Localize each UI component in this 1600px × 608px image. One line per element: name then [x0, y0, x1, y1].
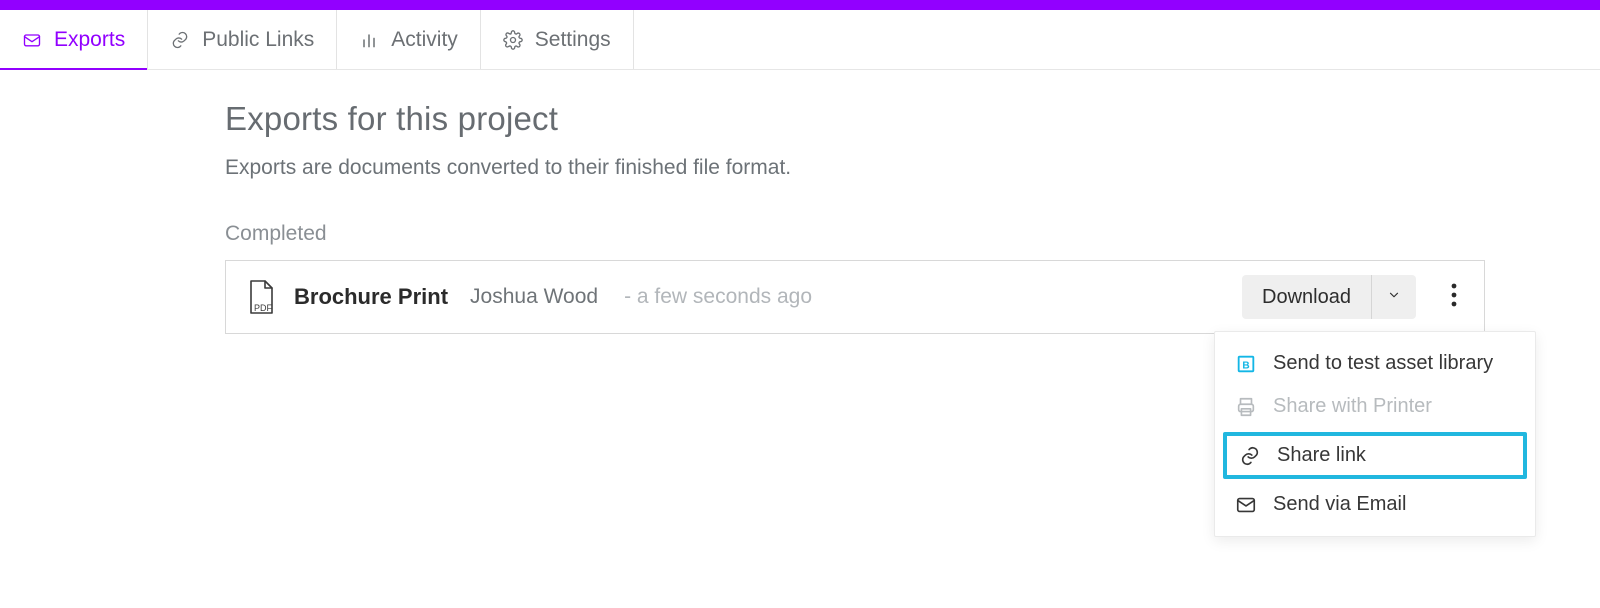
export-row-actions: Download — [1242, 275, 1466, 319]
download-split-button: Download — [1242, 275, 1416, 319]
more-options-button[interactable] — [1442, 277, 1466, 317]
page-title: Exports for this project — [225, 100, 1600, 138]
svg-text:PDF: PDF — [254, 303, 273, 313]
menu-item-send-asset-library[interactable]: B Send to test asset library — [1215, 342, 1535, 385]
more-options-menu: B Send to test asset library Share with … — [1214, 331, 1536, 537]
export-row-info: PDF Brochure Print Joshua Wood - a few s… — [240, 277, 812, 317]
section-completed-label: Completed — [225, 222, 1600, 246]
download-button[interactable]: Download — [1242, 275, 1371, 319]
menu-item-label: Share with Printer — [1273, 395, 1432, 418]
download-button-label: Download — [1262, 286, 1351, 309]
chevron-down-icon — [1387, 288, 1401, 307]
tab-exports[interactable]: Exports — [0, 10, 148, 69]
mail-icon — [22, 30, 42, 50]
export-file-name: Brochure Print — [294, 284, 448, 310]
tab-public-links-label: Public Links — [202, 28, 314, 52]
svg-text:B: B — [1242, 360, 1249, 371]
gear-icon — [503, 30, 523, 50]
menu-item-label: Send via Email — [1273, 493, 1406, 516]
tab-activity[interactable]: Activity — [337, 10, 481, 69]
asset-library-icon: B — [1235, 353, 1257, 375]
more-vertical-icon — [1451, 283, 1457, 312]
tab-settings-label: Settings — [535, 28, 611, 52]
mail-icon — [1235, 494, 1257, 516]
page-content: Exports for this project Exports are doc… — [0, 70, 1600, 334]
top-accent-strip — [0, 0, 1600, 10]
export-time: - a few seconds ago — [624, 285, 812, 309]
link-icon — [170, 30, 190, 50]
tab-settings[interactable]: Settings — [481, 10, 634, 69]
tab-public-links[interactable]: Public Links — [148, 10, 337, 69]
pdf-file-icon: PDF — [240, 277, 280, 317]
page-description: Exports are documents converted to their… — [225, 156, 1600, 180]
menu-item-label: Send to test asset library — [1273, 352, 1493, 375]
export-row: PDF Brochure Print Joshua Wood - a few s… — [225, 260, 1485, 334]
menu-item-label: Share link — [1277, 444, 1366, 467]
tab-activity-label: Activity — [391, 28, 458, 52]
bars-icon — [359, 30, 379, 50]
tab-exports-label: Exports — [54, 28, 125, 52]
tab-bar: Exports Public Links Activity Settings — [0, 10, 1600, 70]
link-icon — [1239, 445, 1261, 467]
download-caret-button[interactable] — [1371, 275, 1416, 319]
export-author: Joshua Wood — [470, 285, 598, 309]
printer-icon — [1235, 396, 1257, 418]
menu-item-send-email[interactable]: Send via Email — [1215, 483, 1535, 526]
menu-item-share-printer: Share with Printer — [1215, 385, 1535, 428]
menu-item-share-link[interactable]: Share link — [1223, 432, 1527, 479]
